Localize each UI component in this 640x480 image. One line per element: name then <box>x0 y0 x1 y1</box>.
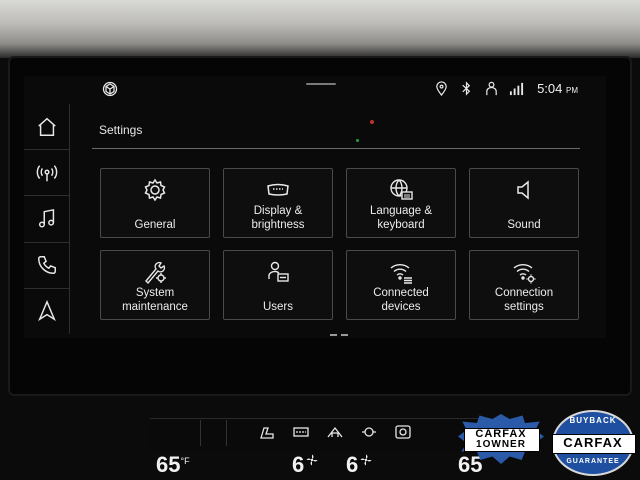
tile-label: Connected devices <box>373 287 429 313</box>
climate-divider <box>200 420 201 446</box>
gear-icon <box>144 178 166 202</box>
tile-general[interactable]: General <box>100 168 210 238</box>
radio-icon <box>36 164 57 182</box>
phone-icon <box>37 256 56 275</box>
sidebar <box>24 104 70 335</box>
signal-icon <box>509 82 524 96</box>
tile-label: General <box>134 219 176 231</box>
temp-left-value: 65 <box>156 452 181 477</box>
fan-right-value: 6 <box>346 452 359 477</box>
badge-bottom: GUARANTEE <box>566 458 620 465</box>
location-heart-icon <box>436 81 447 96</box>
fan-left[interactable]: 6 <box>292 452 318 478</box>
globe-keyboard-icon <box>390 179 413 200</box>
display-icon <box>267 183 289 196</box>
fan-left-value: 6 <box>292 452 305 477</box>
tile-system-maintenance[interactable]: System maintenance <box>100 250 210 320</box>
carfax-buyback-badge: BUYBACK CARFAX GUARANTEE <box>552 410 636 476</box>
tile-language-keyboard[interactable]: Language & keyboard <box>346 168 456 238</box>
tile-label: System maintenance <box>122 287 188 313</box>
cube-app-icon[interactable] <box>102 81 118 97</box>
wifi-list-icon <box>390 264 412 284</box>
climate-icons <box>258 424 412 440</box>
clock: 5:04 PM <box>537 81 578 96</box>
recirculation-icon[interactable] <box>326 424 344 440</box>
seat-heat-icon[interactable] <box>258 424 276 440</box>
fan-right[interactable]: 6 <box>346 452 372 478</box>
temp-unit: °F <box>180 456 190 466</box>
sidebar-item-home[interactable] <box>24 104 70 151</box>
pull-down-handle[interactable] <box>306 83 336 85</box>
tile-label: Sound <box>507 219 541 231</box>
fan-icon <box>360 454 372 466</box>
page-dot <box>330 334 337 336</box>
temp-left[interactable]: 65°F <box>156 452 190 478</box>
clock-ampm: PM <box>566 86 578 95</box>
camera-indicator-red <box>370 120 374 124</box>
camera-indicator-green <box>356 139 359 142</box>
sidebar-item-radio[interactable] <box>24 150 70 197</box>
sidebar-item-music[interactable] <box>24 196 70 243</box>
ac-airflow-icon[interactable] <box>360 424 378 440</box>
climate-divider <box>226 420 227 446</box>
tile-label: Users <box>262 301 294 313</box>
speaker-icon <box>517 180 529 200</box>
clock-time: 5:04 <box>537 81 563 96</box>
page-indicator <box>330 334 348 336</box>
page-title: Settings <box>99 123 143 137</box>
sidebar-item-phone[interactable] <box>24 242 70 289</box>
auto-climate-icon[interactable] <box>394 424 412 440</box>
dashboard-trim <box>0 0 640 58</box>
user-icon <box>486 81 497 96</box>
tile-users[interactable]: Users <box>223 250 333 320</box>
wrench-gear-icon <box>145 261 166 285</box>
tile-sound[interactable]: Sound <box>469 168 579 238</box>
tile-connection-settings[interactable]: Connection settings <box>469 250 579 320</box>
tile-connected-devices[interactable]: Connected devices <box>346 250 456 320</box>
user-card-icon <box>268 261 289 282</box>
navigation-icon <box>37 300 56 322</box>
carfax-one-owner-badge: CARFAX 1OWNER <box>458 414 544 464</box>
badge-top: BUYBACK <box>569 416 617 425</box>
wifi-gear-icon <box>513 264 536 284</box>
fan-icon <box>306 454 318 466</box>
settings-grid: General Display & brightness Language & … <box>100 168 579 320</box>
status-bar: 5:04 PM <box>96 78 586 100</box>
music-icon <box>38 208 54 228</box>
tile-label: Language & keyboard <box>369 205 433 231</box>
tile-display-brightness[interactable]: Display & brightness <box>223 168 333 238</box>
bluetooth-icon <box>462 81 471 96</box>
home-icon <box>37 117 56 136</box>
sidebar-item-navigation[interactable] <box>24 288 70 335</box>
page-dot <box>341 334 348 336</box>
title-divider <box>92 148 580 149</box>
badge-word: CARFAX <box>563 435 623 450</box>
rear-defrost-icon[interactable] <box>292 424 310 440</box>
badge-line2: 1OWNER <box>476 439 526 450</box>
tile-label: Connection settings <box>494 287 554 313</box>
tile-label: Display & brightness <box>251 205 305 231</box>
